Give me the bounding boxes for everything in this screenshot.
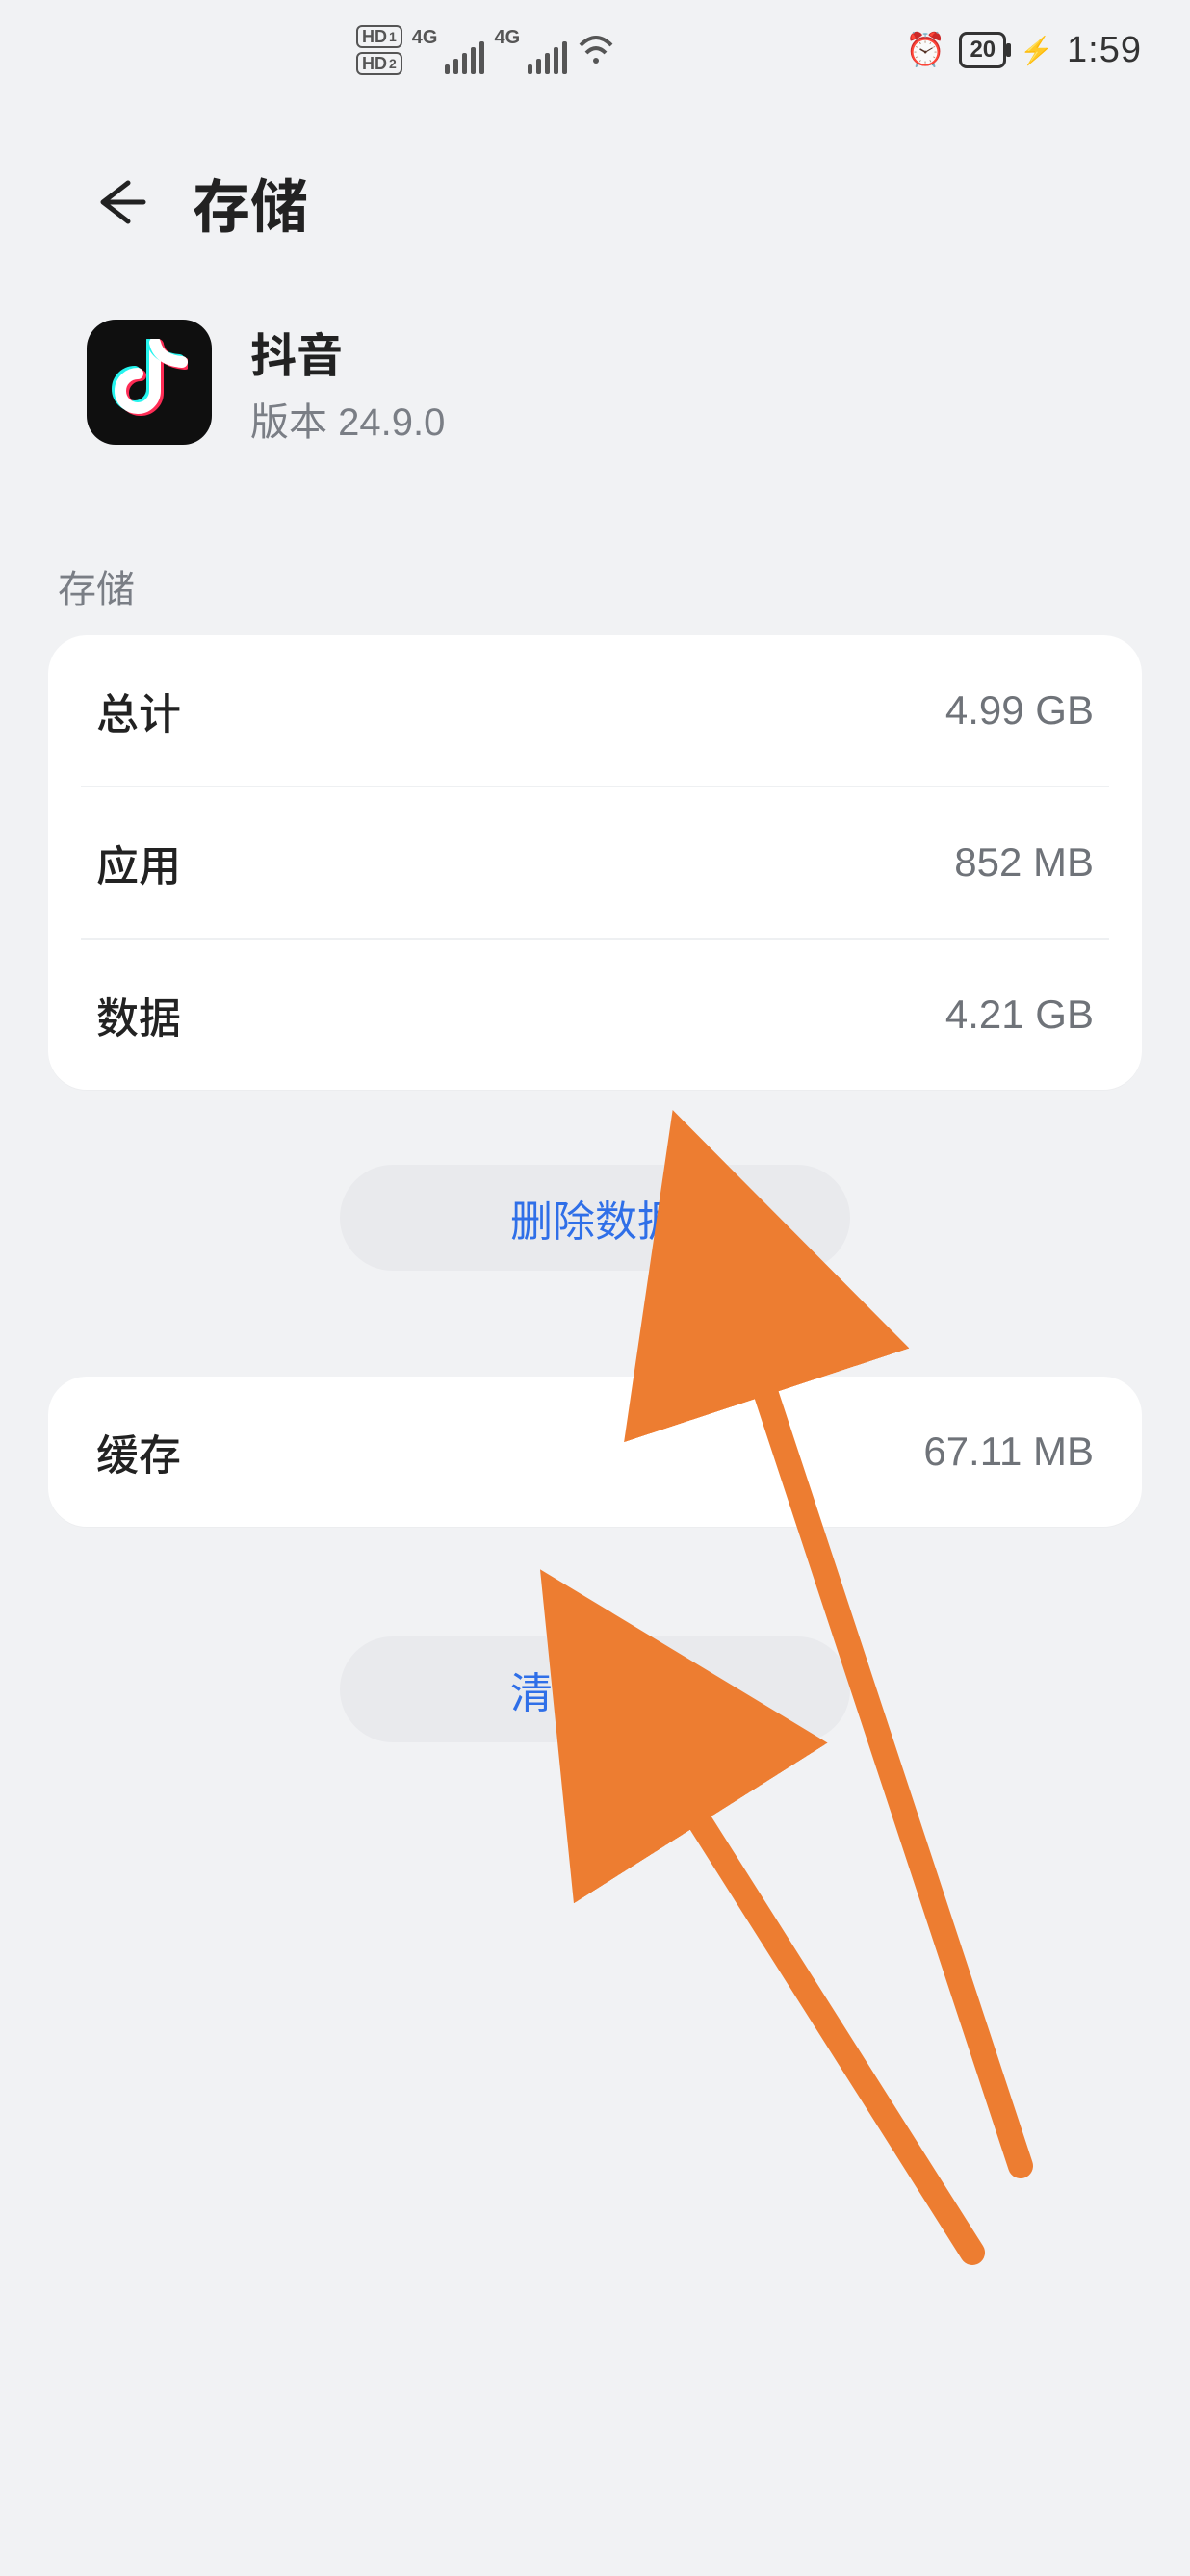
status-right: ⏰ 20 ⚡ 1:59 [905, 30, 1142, 71]
app-name: 抖音 [250, 318, 445, 385]
row-value: 852 MB [954, 839, 1094, 886]
page-title: 存储 [193, 161, 308, 245]
alarm-icon: ⏰ [905, 31, 945, 69]
row-label: 缓存 [96, 1421, 181, 1482]
row-label: 数据 [96, 984, 181, 1045]
row-cache: 缓存 67.11 MB [48, 1377, 1142, 1527]
signal-1: 4G [412, 27, 485, 74]
back-button[interactable] [87, 168, 154, 236]
app-icon [87, 320, 212, 445]
row-value: 4.21 GB [945, 992, 1094, 1038]
signal-bars-icon [528, 41, 567, 74]
storage-card: 总计 4.99 GB 应用 852 MB 数据 4.21 GB [48, 635, 1142, 1090]
douyin-icon [111, 339, 188, 425]
signal-bars-icon [445, 41, 484, 74]
battery-icon: 20 [959, 32, 1006, 68]
clear-cache-button[interactable]: 清空缓存 [340, 1636, 850, 1742]
row-value: 67.11 MB [923, 1429, 1094, 1475]
row-app: 应用 852 MB [81, 786, 1109, 938]
app-info: 抖音 版本 24.9.0 [87, 318, 1132, 447]
cache-card: 缓存 67.11 MB [48, 1377, 1142, 1527]
row-label: 应用 [96, 832, 181, 893]
app-version: 版本 24.9.0 [250, 391, 445, 447]
section-label-storage: 存储 [58, 558, 135, 614]
clock: 1:59 [1067, 30, 1142, 71]
charging-icon: ⚡ [1020, 35, 1053, 66]
row-label: 总计 [96, 680, 181, 741]
delete-data-button[interactable]: 删除数据 [340, 1165, 850, 1271]
row-data: 数据 4.21 GB [81, 938, 1109, 1090]
arrow-left-icon [91, 173, 149, 231]
wifi-icon [577, 34, 615, 66]
status-bar: HD1 HD2 4G 4G ⏰ 20 ⚡ 1:59 [0, 12, 1190, 89]
hd-badge-2-icon: HD2 [356, 52, 402, 75]
status-left: HD1 HD2 4G 4G [356, 25, 615, 75]
row-total: 总计 4.99 GB [48, 635, 1142, 786]
signal-2: 4G [494, 27, 567, 74]
hd-badge-1-icon: HD1 [356, 25, 402, 48]
page-header: 存储 [0, 135, 1190, 270]
row-value: 4.99 GB [945, 687, 1094, 734]
